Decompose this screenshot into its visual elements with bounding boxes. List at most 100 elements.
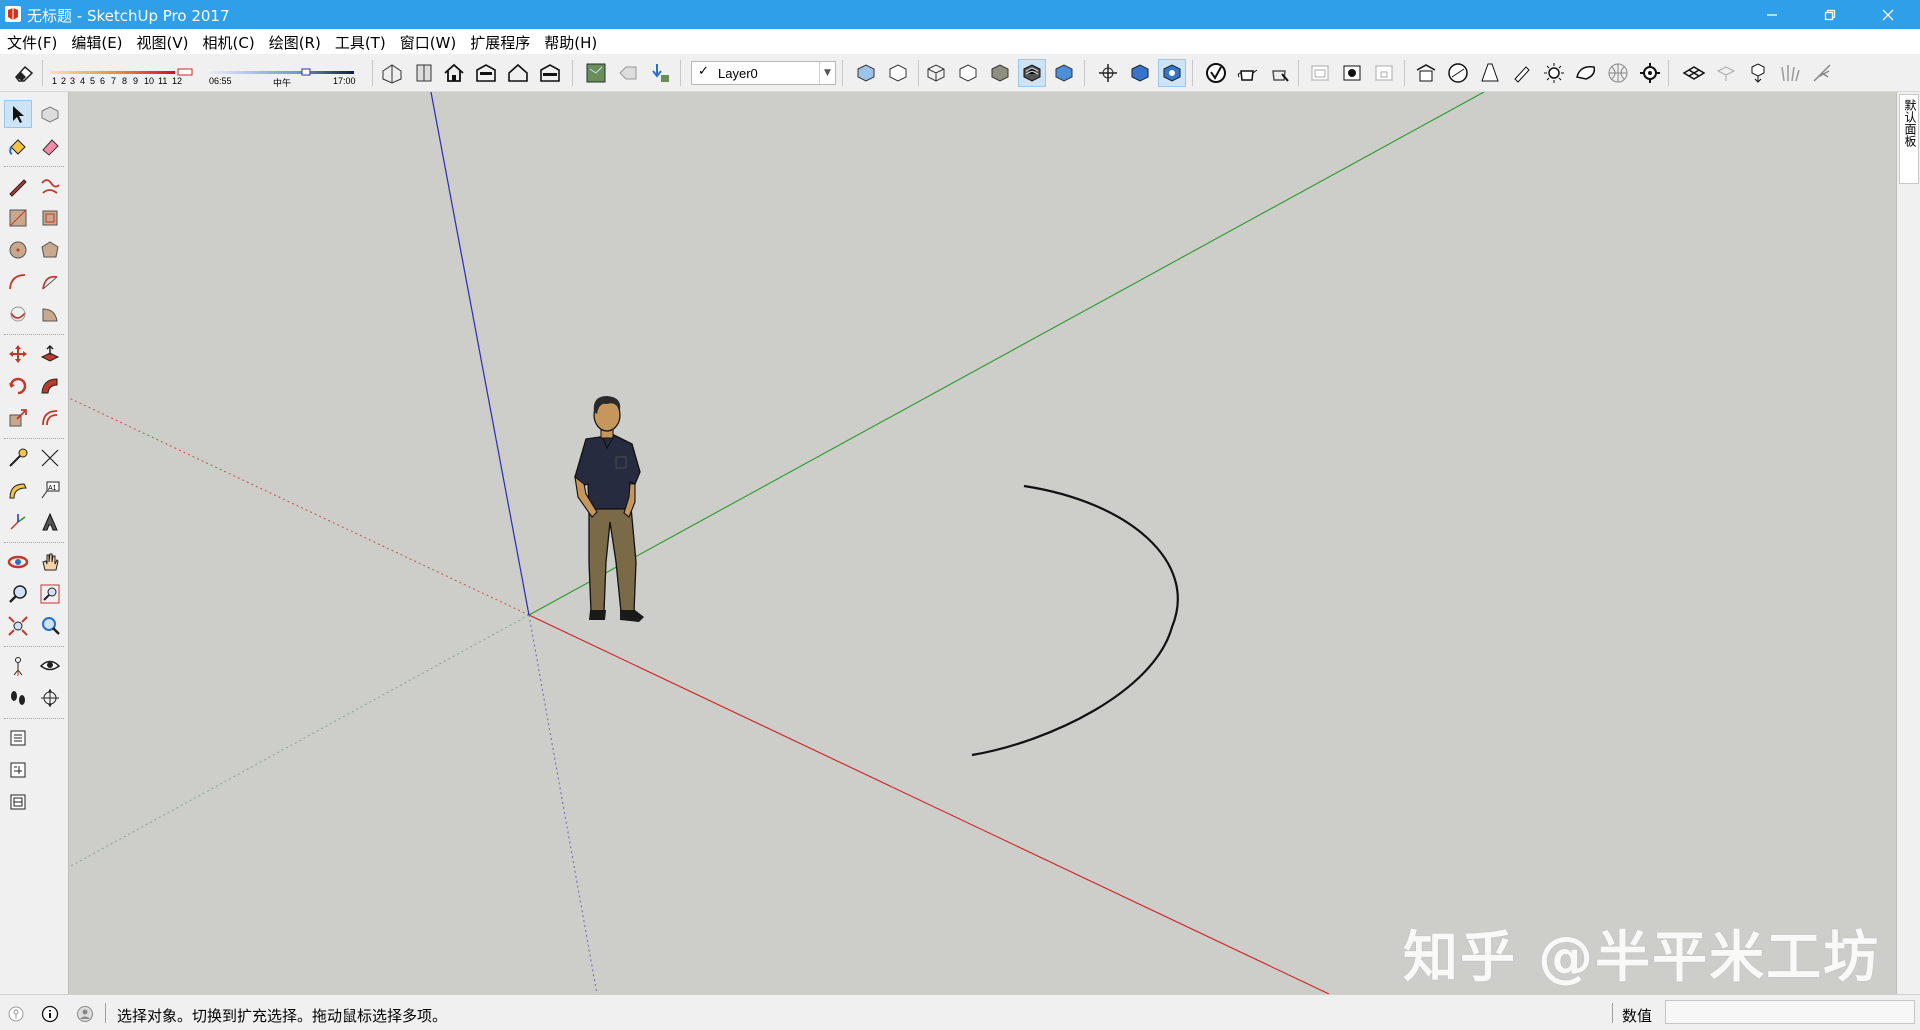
three-point-arc-button[interactable]: [4, 300, 32, 328]
teapot-button[interactable]: [1234, 59, 1262, 87]
add-terrain-button[interactable]: [646, 59, 674, 87]
material-button[interactable]: [1572, 59, 1600, 87]
style-hidden-line-button[interactable]: [954, 59, 982, 87]
pie-tool-button[interactable]: [36, 300, 64, 328]
orbit-tool-button[interactable]: [4, 548, 32, 576]
tray-tab[interactable]: 默认面板: [1899, 94, 1919, 184]
close-button[interactable]: [1859, 0, 1917, 29]
text-tool-button[interactable]: A1: [36, 476, 64, 504]
camera-lens-button[interactable]: [1444, 59, 1472, 87]
make-component-button[interactable]: [36, 100, 64, 128]
menu-edit[interactable]: 编辑(E): [64, 29, 129, 54]
zoom-extents-button[interactable]: [4, 612, 32, 640]
circle-tool-button[interactable]: [4, 236, 32, 264]
sandbox-flip-button[interactable]: [1808, 59, 1836, 87]
orbit-view-button[interactable]: [1094, 59, 1122, 87]
view-right-button[interactable]: [536, 59, 564, 87]
credits-status-button[interactable]: [40, 1004, 60, 1024]
rotated-rectangle-button[interactable]: [36, 204, 64, 232]
teapot-cursor-button[interactable]: [1266, 59, 1294, 87]
sandbox-drape-button[interactable]: [1744, 59, 1772, 87]
two-point-arc-button[interactable]: [36, 268, 64, 296]
person-figure[interactable]: [574, 396, 644, 622]
shadow-time-slider[interactable]: [206, 63, 358, 76]
line-tool-button[interactable]: [4, 172, 32, 200]
style-xray-button[interactable]: [852, 59, 880, 87]
view-front-button[interactable]: [504, 59, 532, 87]
freehand-tool-button[interactable]: [36, 172, 64, 200]
sign-in-status-button[interactable]: [75, 1004, 95, 1024]
sandbox-smoove-button[interactable]: [1680, 59, 1708, 87]
view-iso-button[interactable]: [440, 59, 468, 87]
scenes-button[interactable]: [1306, 59, 1334, 87]
rectangle-tool-button[interactable]: [4, 204, 32, 232]
geo-location-status-button[interactable]: [6, 1004, 26, 1024]
3d-text-button[interactable]: [36, 508, 64, 536]
validity-check-button[interactable]: [1202, 59, 1230, 87]
sandbox-grass-button[interactable]: [1776, 59, 1804, 87]
entity-info-button[interactable]: [4, 756, 32, 784]
render-settings-button[interactable]: [1636, 59, 1664, 87]
eraser-tool-button[interactable]: [10, 59, 38, 87]
paint-bucket-button[interactable]: [4, 132, 32, 160]
move-tool-button[interactable]: [4, 340, 32, 368]
sun-settings-button[interactable]: [1540, 59, 1568, 87]
menu-tools[interactable]: 工具(T): [328, 29, 393, 54]
component-browser-button[interactable]: [1126, 59, 1154, 87]
layer-dropdown[interactable]: ✓ Layer0 ▼: [691, 61, 836, 85]
building-button[interactable]: [1412, 59, 1440, 87]
photo-texture-button[interactable]: [614, 59, 642, 87]
menu-camera[interactable]: 相机(C): [196, 29, 262, 54]
menu-file[interactable]: 文件(F): [0, 29, 64, 54]
measurements-input[interactable]: [1665, 1000, 1915, 1024]
component-options-button[interactable]: [1158, 59, 1186, 87]
walk-tool-button[interactable]: [4, 684, 32, 712]
outliner-button[interactable]: [4, 724, 32, 752]
axes-tool-button[interactable]: [4, 508, 32, 536]
menu-help[interactable]: 帮助(H): [537, 29, 604, 54]
components-button[interactable]: [410, 59, 438, 87]
menu-window[interactable]: 窗口(W): [393, 29, 464, 54]
model-viewport[interactable]: 知乎 @半平米工坊: [69, 92, 1896, 994]
style-back-edges-button[interactable]: [884, 59, 912, 87]
scale-tool-button[interactable]: [4, 404, 32, 432]
menu-view[interactable]: 视图(V): [130, 29, 196, 54]
position-camera-button[interactable]: [4, 652, 32, 680]
menu-draw[interactable]: 绘图(R): [262, 29, 328, 54]
dimension-tool-button[interactable]: [36, 444, 64, 472]
style-monochrome-button[interactable]: [1050, 59, 1078, 87]
menu-extensions[interactable]: 扩展程序: [463, 29, 537, 54]
section-plane-button[interactable]: [36, 684, 64, 712]
geo-location-button[interactable]: [582, 59, 610, 87]
zoom-tool-button[interactable]: [4, 580, 32, 608]
arc-tool-button[interactable]: [4, 268, 32, 296]
fog-button[interactable]: [1338, 59, 1366, 87]
pointlight-button[interactable]: [1508, 59, 1536, 87]
pan-tool-button[interactable]: [36, 548, 64, 576]
sandbox-stamp-button[interactable]: [1712, 59, 1740, 87]
zoom-window-button[interactable]: [36, 580, 64, 608]
look-around-button[interactable]: [36, 652, 64, 680]
arc-curve[interactable]: [971, 484, 1179, 757]
get-models-button[interactable]: [378, 59, 406, 87]
tape-measure-button[interactable]: [4, 444, 32, 472]
restore-button[interactable]: [1801, 0, 1859, 29]
model-info-button[interactable]: [4, 788, 32, 816]
eraser-button[interactable]: [36, 132, 64, 160]
view-top-button[interactable]: [472, 59, 500, 87]
style-wireframe-button[interactable]: [922, 59, 950, 87]
offset-tool-button[interactable]: [36, 404, 64, 432]
polygon-tool-button[interactable]: [36, 236, 64, 264]
lock-button[interactable]: [1370, 59, 1398, 87]
environment-button[interactable]: [1604, 59, 1632, 87]
follow-me-button[interactable]: [36, 372, 64, 400]
spotlight-button[interactable]: [1476, 59, 1504, 87]
shadow-month-slider[interactable]: [48, 63, 196, 76]
minimize-button[interactable]: [1743, 0, 1801, 29]
select-tool-button[interactable]: [4, 100, 32, 128]
style-shaded-button[interactable]: [986, 59, 1014, 87]
chevron-down-icon[interactable]: ▼: [819, 62, 835, 84]
previous-view-button[interactable]: [36, 612, 64, 640]
rotate-tool-button[interactable]: [4, 372, 32, 400]
push-pull-button[interactable]: [36, 340, 64, 368]
